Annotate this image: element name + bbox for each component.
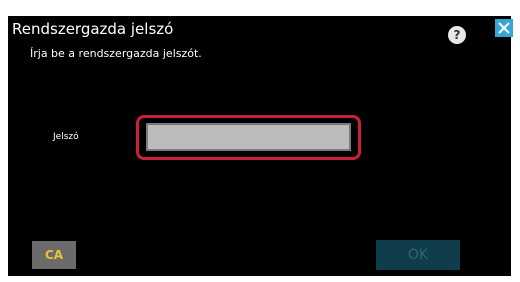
close-icon — [498, 22, 510, 34]
help-button[interactable]: ? — [448, 26, 466, 44]
instruction-text: Írja be a rendszergazda jelszót. — [30, 47, 202, 60]
close-button[interactable] — [495, 19, 513, 37]
password-input[interactable] — [146, 123, 351, 151]
admin-password-dialog: Rendszergazda jelszó ? Írja be a rendsze… — [8, 16, 513, 276]
password-label: Jelszó — [53, 132, 79, 142]
clear-all-button[interactable]: CA — [32, 241, 76, 269]
dialog-title: Rendszergazda jelszó — [12, 20, 174, 38]
ok-button[interactable]: OK — [376, 240, 460, 270]
